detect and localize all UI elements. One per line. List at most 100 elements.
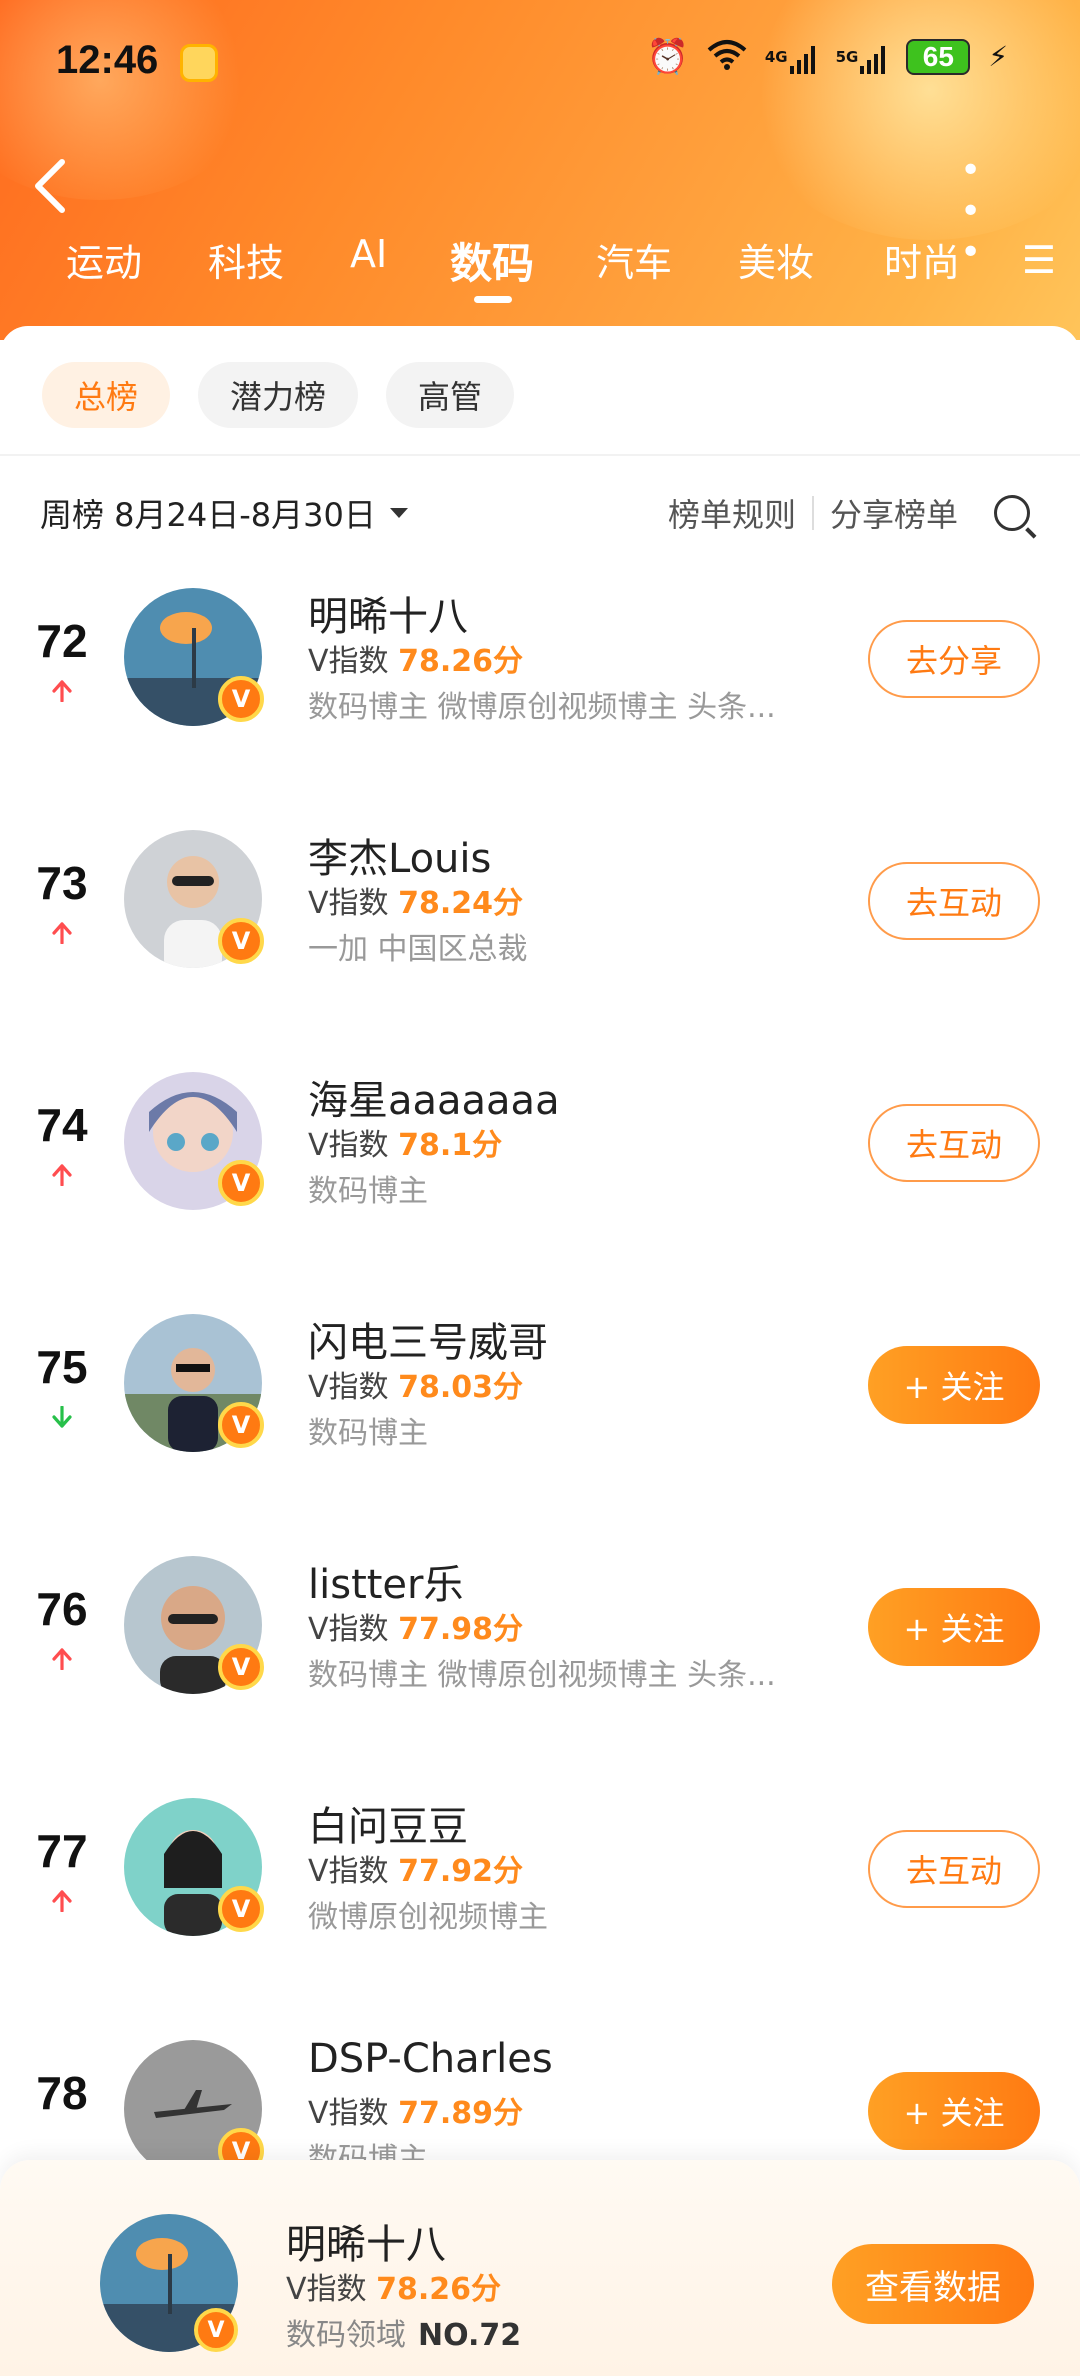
- rank-row[interactable]: 77 V 白问豆豆 V指数 77.92分 微博原创视频博主 去互动: [0, 1786, 1080, 1986]
- user-name[interactable]: 闪电三号威哥: [308, 1310, 548, 1368]
- v-index: V指数 77.98分: [308, 1604, 523, 1648]
- rank-row[interactable]: 74 V 海星aaaaaaa V指数 78.1分数码博主 去互动: [0, 1060, 1080, 1260]
- v-index-label: V指数: [308, 644, 389, 679]
- status-bar: 12:46 ⏰ 4G 5G 65 ⚡: [0, 28, 1080, 100]
- rank-row[interactable]: 72 V 明晞十八 V指数 78.26分数码博主 微博原创视频博主 头条... 去分享: [0, 576, 1080, 776]
- wifi-icon: [707, 38, 747, 76]
- v-index-label: V指数: [286, 2272, 367, 2307]
- verified-badge-icon: V: [218, 918, 264, 964]
- rank-number: 78: [36, 2067, 88, 2119]
- user-name[interactable]: DSP-Charles: [308, 2036, 553, 2082]
- user-description: 数码博主 微博原创视频博主 头条...: [308, 1658, 776, 1693]
- verified-badge-icon: V: [218, 1402, 264, 1448]
- view-data-button[interactable]: 查看数据: [832, 2244, 1034, 2324]
- active-tab-indicator: [474, 296, 512, 303]
- action-button[interactable]: + 关注: [868, 1588, 1040, 1666]
- action-button[interactable]: + 关注: [868, 2072, 1040, 2150]
- verified-badge-icon: V: [218, 1886, 264, 1932]
- chip-potential[interactable]: 潜力榜: [198, 362, 359, 428]
- action-button[interactable]: 去互动: [868, 862, 1040, 940]
- tab-sport[interactable]: 运动: [66, 232, 142, 287]
- menu-icon[interactable]: ☰: [1022, 238, 1056, 282]
- content-sheet: 总榜 潜力榜 高管 周榜 8月24日-8月30日 榜单规则 分享榜单 72 V 明晞…: [0, 326, 1080, 2376]
- status-time: 12:46: [56, 38, 159, 82]
- signal-5g-icon: 5G: [835, 46, 889, 74]
- user-description: 数码博主: [308, 1174, 428, 1209]
- action-button[interactable]: 去互动: [868, 1830, 1040, 1908]
- user-description: 数码博主: [308, 1416, 428, 1451]
- filter-bar: 周榜 8月24日-8月30日 榜单规则 分享榜单: [0, 490, 1080, 550]
- user-name[interactable]: listter乐: [308, 1552, 464, 1610]
- trend-up-icon: [52, 680, 72, 702]
- action-button[interactable]: 去互动: [868, 1104, 1040, 1182]
- trend-down-icon: [52, 1406, 72, 1428]
- my-v-index: V指数 78.26分: [286, 2264, 501, 2308]
- v-index-score: 78.26分: [398, 644, 523, 679]
- action-button[interactable]: + 关注: [868, 1346, 1040, 1424]
- user-name[interactable]: 明晞十八: [308, 584, 468, 642]
- v-index-label: V指数: [308, 1128, 389, 1163]
- nav-bar: • • •: [0, 150, 1080, 273]
- rank-row[interactable]: 75 V 闪电三号威哥 V指数 78.03分数码博主 + 关注: [0, 1302, 1080, 1502]
- v-index: V指数 77.89分: [308, 2088, 523, 2132]
- search-icon[interactable]: [994, 495, 1030, 531]
- user-description: 一加 中国区总裁: [308, 932, 528, 967]
- verified-badge-icon: V: [218, 1160, 264, 1206]
- chip-overall[interactable]: 总榜: [42, 362, 171, 428]
- v-index-score: 78.1分: [398, 1128, 503, 1163]
- rules-link[interactable]: 榜单规则: [668, 490, 796, 536]
- period-selector[interactable]: 周榜 8月24日-8月30日: [40, 490, 408, 536]
- tab-tech[interactable]: 科技: [208, 232, 284, 287]
- tab-beauty[interactable]: 美妆: [738, 232, 814, 287]
- divider: [0, 454, 1080, 456]
- user-description: 数码博主 微博原创视频博主 头条...: [308, 690, 776, 725]
- board-chips: 总榜 潜力榜 高管: [42, 362, 515, 428]
- user-name[interactable]: 海星aaaaaaa: [308, 1068, 560, 1126]
- status-icons: ⏰ 4G 5G 65 ⚡: [646, 38, 1008, 76]
- chip-executive[interactable]: 高管: [386, 362, 515, 428]
- v-index-score: 77.98分: [398, 1612, 523, 1647]
- verified-badge-icon: V: [218, 676, 264, 722]
- verified-badge-icon: V: [218, 1644, 264, 1690]
- rank-number: 74: [36, 1099, 88, 1151]
- signal-4g-label: 4G: [764, 48, 788, 66]
- my-rank-card: V 明晞十八 V指数 78.26分 数码领域 NO.72 查看数据: [0, 2160, 1080, 2376]
- tab-ai[interactable]: AI: [350, 232, 387, 276]
- back-button[interactable]: [30, 156, 78, 216]
- user-name[interactable]: 李杰Louis: [308, 826, 491, 884]
- v-index-score: 77.92分: [398, 1854, 523, 1889]
- rank-row[interactable]: 73 V 李杰Louis V指数 78.24分一加 中国区总裁 去互动: [0, 818, 1080, 1018]
- v-index-label: V指数: [308, 1854, 389, 1889]
- signal-5g-label: 5G: [835, 48, 859, 66]
- v-index-score: 77.89分: [398, 2096, 523, 2131]
- action-button[interactable]: 去分享: [868, 620, 1040, 698]
- trend-up-icon: [52, 1648, 72, 1670]
- v-index-label: V指数: [308, 1612, 389, 1647]
- rank-number: 73: [36, 857, 88, 909]
- notification-app-icon: [180, 44, 218, 82]
- alarm-icon: ⏰: [646, 37, 689, 77]
- v-index: V指数 78.26分: [308, 636, 523, 680]
- rank-number: 75: [36, 1341, 88, 1393]
- domain-label: 数码领域: [286, 2318, 406, 2353]
- rank-number: 76: [36, 1583, 88, 1635]
- battery-icon: 65: [906, 39, 971, 75]
- tab-fashion[interactable]: 时尚: [884, 232, 960, 287]
- separator: [811, 496, 814, 530]
- user-name[interactable]: 白问豆豆: [308, 1794, 468, 1852]
- share-board-link[interactable]: 分享榜单: [830, 490, 958, 536]
- v-index: V指数 78.24分: [308, 878, 523, 922]
- tab-digital[interactable]: 数码: [450, 230, 534, 291]
- v-index: V指数 78.03分: [308, 1362, 523, 1406]
- user-description: 微博原创视频博主: [308, 1900, 548, 1935]
- trend-up-icon: [52, 922, 72, 944]
- rank-number: 72: [36, 615, 88, 667]
- rank-row[interactable]: 76 Vlistter乐 V指数 77.98分数码博主 微博原创视频博主 头条...…: [0, 1544, 1080, 1744]
- v-index-score: 78.03分: [398, 1370, 523, 1405]
- more-button[interactable]: • • •: [960, 150, 1030, 273]
- my-name: 明晞十八: [286, 2222, 446, 2268]
- category-tabs: 运动 科技 AI 数码 汽车 美妆 时尚 ☰: [0, 232, 1080, 312]
- tab-auto[interactable]: 汽车: [596, 232, 672, 287]
- my-domain-rank: 数码领域 NO.72: [286, 2310, 521, 2354]
- trend-up-icon: [52, 1164, 72, 1186]
